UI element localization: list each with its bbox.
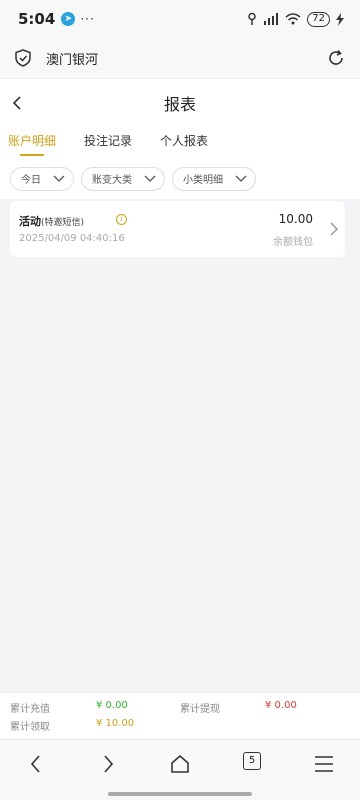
shield-icon[interactable] [14,49,32,67]
tab-account-details[interactable]: 账户明细 [8,126,56,158]
chevron-down-icon [235,175,247,182]
filter-subcategory[interactable]: 小类明细 [172,166,256,191]
browser-nav-bar: 5 [0,739,360,800]
reload-icon[interactable] [326,48,346,68]
forward-nav-icon[interactable] [96,752,120,776]
filter-category[interactable]: 账变大类 [81,166,165,191]
recharge-value: ¥ 0.00 [96,700,128,711]
filter-category-label: 账变大类 [92,175,132,186]
more-notifications-icon: ··· [80,12,95,26]
filter-date-label: 今日 [21,175,41,186]
home-indicator [108,792,252,796]
chevron-down-icon [53,175,65,182]
filter-subcategory-label: 小类明细 [183,175,223,186]
signal-icon [264,13,279,25]
wifi-icon [285,13,301,25]
browser-bar: 澳门银河 [0,38,360,78]
filter-date[interactable]: 今日 [10,166,74,191]
home-icon[interactable] [168,752,192,776]
page-header: 报表 [0,78,360,126]
record-item[interactable]: 活动(特邀短信) i 2025/04/09 04:40:16 10.00 余额钱… [10,201,345,257]
record-wallet: 余额钱包 [273,237,313,248]
site-title: 澳门银河 [46,52,99,68]
battery-icon: 72 [307,11,330,27]
chevron-right-icon [330,222,339,236]
receive-value: ¥ 10.00 [96,718,135,729]
tab-count-icon[interactable]: 5 [243,752,261,770]
record-time: 2025/04/09 04:40:16 [19,233,125,244]
charging-icon [336,12,344,26]
tab-bet-records[interactable]: 投注记录 [84,126,132,158]
receive-label: 累计领取 [10,722,50,733]
info-icon[interactable]: i [116,214,127,225]
filter-row: 今日 账变大类 小类明细 [0,158,360,200]
status-right: 72 [247,11,344,27]
recharge-label: 累计充值 [10,704,50,715]
status-time: 5:04 [18,10,56,28]
status-bar: 5:04 ➤ ··· 72 [0,0,360,38]
summary-footer: 累计充值 ¥ 0.00 累计提现 ¥ 0.00 累计领取 ¥ 10.00 [0,692,360,739]
menu-icon[interactable] [312,752,336,776]
location-icon [248,12,257,25]
record-title-main: 活动 [19,215,41,228]
record-subtitle: (特邀短信) [41,218,85,228]
record-title: 活动(特邀短信) [19,213,84,229]
back-nav-icon[interactable] [24,752,48,776]
tab-personal-report[interactable]: 个人报表 [160,126,208,158]
withdraw-value: ¥ 0.00 [265,700,297,711]
tab-bar: 账户明细 投注记录 个人报表 [0,126,360,158]
withdraw-label: 累计提现 [180,704,220,715]
chevron-down-icon [144,175,156,182]
record-amount: 10.00 [278,212,313,226]
page-title: 报表 [163,94,196,114]
back-icon[interactable] [10,93,24,113]
telegram-icon: ➤ [61,12,76,26]
